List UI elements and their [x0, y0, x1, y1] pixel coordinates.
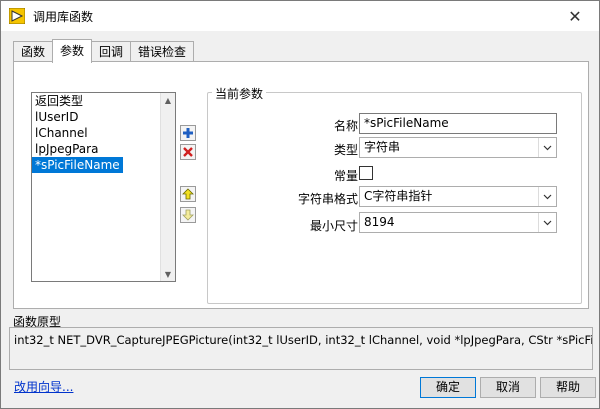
move-down-button[interactable] [180, 207, 196, 223]
prototype-text: int32_t NET_DVR_CaptureJPEGPicture(int32… [14, 333, 593, 347]
ok-button[interactable]: 确定 [420, 377, 476, 398]
type-label: 类型 [333, 143, 358, 157]
chevron-down-icon[interactable] [538, 213, 556, 232]
type-select[interactable]: 字符串 [359, 137, 557, 158]
dialog-window: 调用库函数 ✕ 函数 参数 回调 错误检查 返回类型 lUserID lChan… [0, 0, 600, 409]
min-size-label: 最小尺寸 [309, 219, 358, 233]
cancel-button[interactable]: 取消 [480, 377, 536, 398]
string-format-select[interactable]: C字符串指针 [359, 186, 557, 207]
scroll-down-icon[interactable]: ▼ [161, 267, 175, 281]
plus-icon [183, 128, 193, 138]
labview-app-icon [9, 8, 25, 24]
constant-label: 常量 [333, 169, 358, 183]
type-select-value: 字符串 [364, 140, 401, 154]
list-item[interactable]: lpJpegPara [32, 141, 161, 157]
add-parameter-button[interactable] [180, 125, 196, 141]
delete-parameter-button[interactable] [180, 144, 196, 160]
list-item[interactable]: 返回类型 [32, 93, 161, 109]
min-size-select[interactable]: 8194 [359, 212, 557, 233]
parameters-panel: 返回类型 lUserID lChannel lpJpegPara *sPicFi… [13, 61, 589, 309]
list-item[interactable]: lChannel [32, 125, 161, 141]
delete-icon [183, 147, 193, 157]
close-button[interactable]: ✕ [555, 1, 595, 31]
constant-checkbox[interactable] [359, 166, 373, 180]
tab-callback[interactable]: 回调 [91, 41, 132, 62]
tab-strip: 函数 参数 回调 错误检查 [13, 39, 195, 63]
scroll-up-icon[interactable]: ▲ [161, 93, 175, 107]
string-format-value: C字符串指针 [364, 189, 433, 203]
min-size-value: 8194 [364, 215, 395, 229]
parameter-list[interactable]: 返回类型 lUserID lChannel lpJpegPara *sPicFi… [31, 92, 176, 282]
list-scrollbar[interactable]: ▲ ▼ [160, 93, 175, 281]
chevron-down-icon[interactable] [538, 138, 556, 157]
name-input[interactable]: *sPicFileName [359, 113, 557, 134]
list-item-selected[interactable]: *sPicFileName [32, 157, 123, 173]
close-icon: ✕ [568, 6, 582, 26]
arrow-up-icon [182, 188, 194, 200]
title-bar[interactable]: 调用库函数 ✕ [1, 1, 599, 31]
tab-error-checking[interactable]: 错误检查 [130, 41, 195, 62]
string-format-label: 字符串格式 [297, 192, 358, 206]
list-item[interactable]: lUserID [32, 109, 161, 125]
name-label: 名称 [333, 119, 358, 133]
help-button[interactable]: 帮助 [540, 377, 596, 398]
tab-function[interactable]: 函数 [13, 41, 54, 62]
arrow-down-icon [182, 209, 194, 221]
group-title: 当前参数 [212, 85, 267, 102]
wizard-link[interactable]: 改用向导... [14, 378, 73, 395]
window-title: 调用库函数 [33, 10, 94, 24]
move-up-button[interactable] [180, 186, 196, 202]
chevron-down-icon[interactable] [538, 187, 556, 206]
prototype-box: int32_t NET_DVR_CaptureJPEGPicture(int32… [9, 327, 593, 370]
tab-parameters[interactable]: 参数 [52, 39, 93, 63]
